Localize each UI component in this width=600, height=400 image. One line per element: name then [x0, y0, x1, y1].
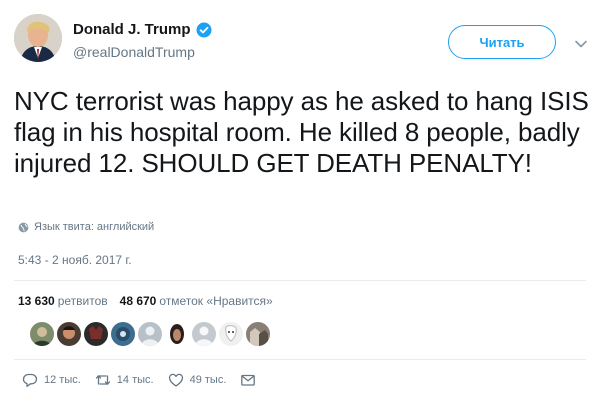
tweet-text: NYC terrorist was happy as he asked to h…	[14, 86, 589, 178]
language-note: Язык твита: английский	[34, 221, 155, 233]
retweets-stat[interactable]: 13 630 ретвитов	[18, 294, 108, 308]
liker-avatar[interactable]	[219, 322, 243, 346]
likes-label: отметок «Нравится»	[159, 294, 273, 308]
retweet-count: 14 тыс.	[116, 374, 154, 386]
likes-stat[interactable]: 48 670 отметок «Нравится»	[120, 294, 273, 308]
liker-avatar[interactable]	[165, 322, 189, 346]
reply-button[interactable]: 12 тыс.	[22, 372, 81, 388]
retweets-label: ретвитов	[57, 294, 108, 308]
likes-count: 48 670	[119, 294, 157, 308]
tweet-actions: 12 тыс. 14 тыс. 49 тыс.	[22, 372, 270, 388]
author-name-link[interactable]: Donald J. Trump	[73, 21, 212, 38]
author-display-name: Donald J. Trump	[73, 21, 191, 38]
retweet-button[interactable]: 14 тыс.	[95, 372, 154, 388]
retweet-icon	[95, 375, 110, 385]
tweet-stats: 13 630 ретвитов 48 670 отметок «Нравится»	[18, 294, 273, 308]
liker-avatars	[30, 322, 270, 346]
liker-avatar[interactable]	[57, 322, 81, 346]
reply-count: 12 тыс.	[44, 374, 81, 386]
liker-avatar[interactable]	[84, 322, 108, 346]
liker-avatar[interactable]	[111, 322, 135, 346]
message-icon	[241, 374, 256, 386]
liker-avatar[interactable]	[138, 322, 162, 346]
liker-avatar[interactable]	[192, 322, 216, 346]
tweet-card: Donald J. Trump @realDonaldTrump Читать …	[0, 0, 600, 400]
divider	[14, 280, 586, 281]
chevron-down-icon[interactable]	[574, 36, 588, 48]
heart-icon	[168, 373, 183, 387]
retweets-count: 13 630	[18, 294, 55, 308]
liker-avatar[interactable]	[246, 322, 270, 346]
tweet-timestamp[interactable]: 5:43 - 2 нояб. 2017 г.	[18, 253, 132, 267]
tweet-language: Язык твита: английский	[18, 221, 154, 233]
author-handle[interactable]: @realDonaldTrump	[73, 44, 212, 60]
message-button[interactable]	[240, 372, 256, 388]
liker-avatar[interactable]	[30, 322, 54, 346]
like-button[interactable]: 49 тыс.	[168, 372, 227, 388]
reply-icon	[22, 373, 38, 387]
globe-icon	[18, 222, 29, 233]
verified-badge-icon	[196, 22, 212, 38]
author-block: Donald J. Trump @realDonaldTrump	[73, 21, 212, 60]
like-count: 49 тыс.	[189, 374, 227, 386]
follow-button[interactable]: Читать	[448, 25, 556, 59]
avatar[interactable]	[14, 14, 62, 62]
divider	[14, 359, 586, 360]
